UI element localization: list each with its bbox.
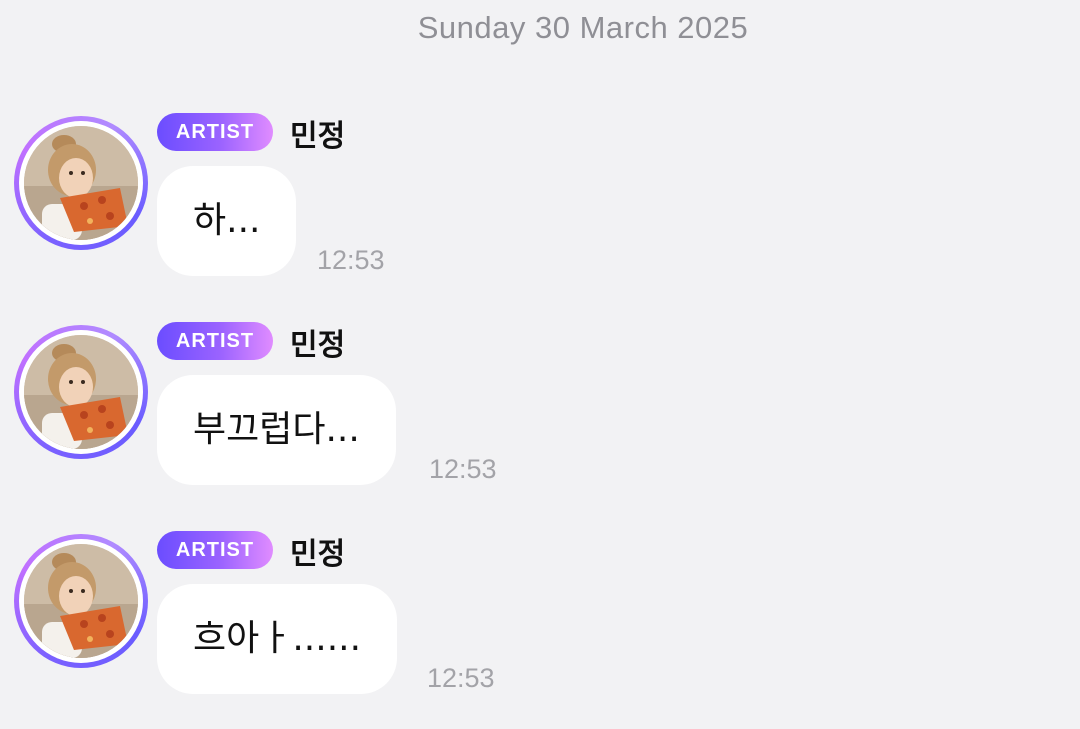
message-bubble[interactable]: 하...	[157, 166, 297, 276]
message-bubble[interactable]: 흐아ㅏ......	[157, 584, 398, 694]
artist-badge: ARTIST	[157, 531, 273, 569]
avatar-image	[24, 126, 138, 240]
avatar[interactable]	[14, 534, 148, 668]
sender-name[interactable]: 민정	[290, 529, 345, 573]
message-timestamp: 12:53	[429, 454, 497, 484]
chat-message[interactable]: ARTIST 민정 하... 12:53	[0, 113, 1080, 293]
avatar-photo	[24, 126, 138, 240]
artist-badge: ARTIST	[157, 322, 273, 360]
avatar[interactable]	[14, 325, 148, 459]
message-timestamp: 12:53	[427, 663, 495, 693]
artist-badge: ARTIST	[157, 113, 273, 151]
sender-name[interactable]: 민정	[290, 320, 345, 364]
chat-message[interactable]: ARTIST 민정 흐아ㅏ...... 12:53	[0, 531, 1080, 711]
avatar-image	[24, 544, 138, 658]
date-header: Sunday 30 March 2025	[417, 10, 749, 45]
avatar-photo	[24, 544, 138, 658]
message-bubble[interactable]: 부끄럽다...	[157, 375, 396, 485]
avatar-photo	[24, 335, 138, 449]
avatar-image	[24, 335, 138, 449]
avatar[interactable]	[14, 116, 148, 250]
avatar-border	[19, 121, 143, 245]
sender-name[interactable]: 민정	[290, 111, 345, 155]
chat-message[interactable]: ARTIST 민정 부끄럽다... 12:53	[0, 322, 1080, 502]
message-timestamp: 12:53	[317, 245, 385, 275]
avatar-border	[19, 330, 143, 454]
avatar-border	[19, 539, 143, 663]
